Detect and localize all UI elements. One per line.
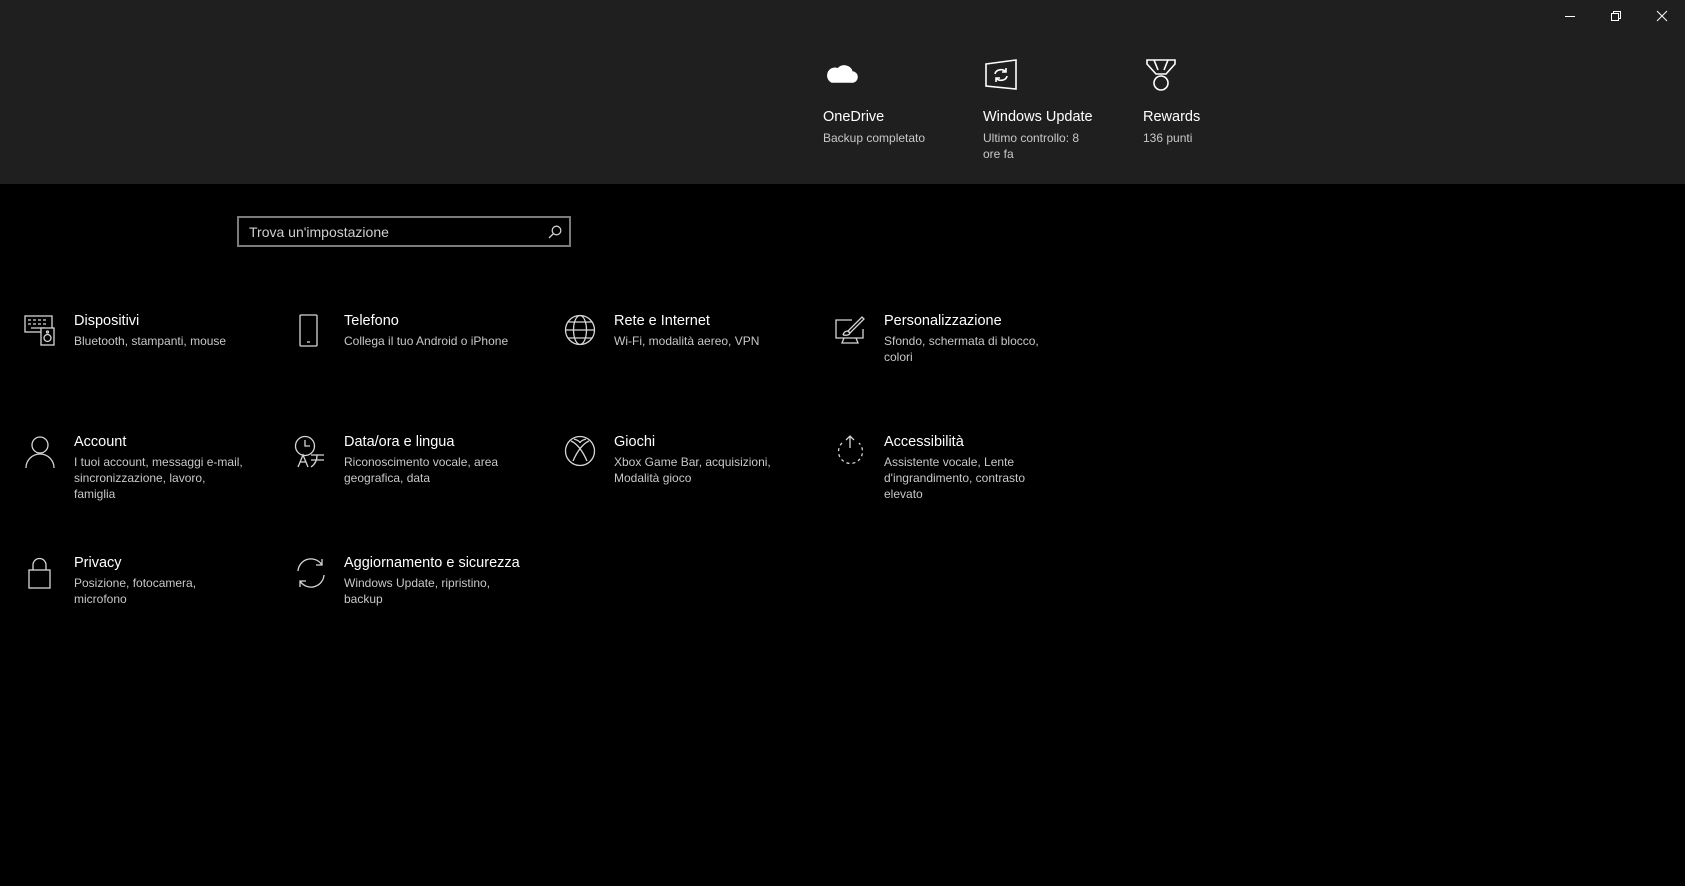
tile-desc: Xbox Game Bar, acquisizioni, Modalità gi… — [614, 455, 771, 485]
status-onedrive[interactable]: OneDrive Backup completato — [823, 58, 963, 146]
tile-privacy[interactable]: Privacy Posizione, fotocamera, microfono — [24, 554, 264, 607]
close-icon — [1656, 10, 1668, 22]
tile-title: Accessibilità — [884, 434, 964, 450]
tile-telefono[interactable]: Telefono Collega il tuo Android o iPhone — [294, 312, 534, 353]
tile-title: Aggiornamento e sicurezza — [344, 555, 520, 571]
tile-desc: Windows Update, ripristino, backup — [344, 576, 491, 606]
status-windows-update[interactable]: Windows Update Ultimo controllo: 8 ore f… — [983, 58, 1123, 162]
rewards-points: 136 punti — [1143, 131, 1193, 145]
tile-account[interactable]: Account I tuoi account, messaggi e-mail,… — [24, 433, 264, 502]
tile-rete-internet[interactable]: Rete e Internet Wi-Fi, modalità aereo, V… — [564, 312, 804, 351]
person-icon — [24, 433, 74, 502]
tile-desc: Collega il tuo Android o iPhone — [344, 334, 509, 348]
tile-desc: Wi-Fi, modalità aereo, VPN — [614, 334, 760, 348]
tile-desc: Bluetooth, stampanti, mouse — [74, 334, 227, 348]
accessibility-icon — [834, 433, 884, 502]
tile-dispositivi[interactable]: Dispositivi Bluetooth, stampanti, mouse — [24, 312, 264, 351]
tile-desc: Assistente vocale, Lente d'ingrandimento… — [884, 455, 1026, 501]
tile-personalizzazione[interactable]: Personalizzazione Sfondo, schermata di b… — [834, 312, 1074, 365]
close-button[interactable] — [1639, 0, 1685, 32]
tile-title: Personalizzazione — [884, 313, 1002, 329]
onedrive-status: Backup completato — [823, 131, 926, 145]
tile-title: Rete e Internet — [614, 313, 710, 329]
tile-data-ora-lingua[interactable]: Data/ora e lingua Riconoscimento vocale,… — [294, 433, 534, 486]
sync-icon — [294, 554, 344, 607]
window-controls — [1547, 0, 1685, 32]
restore-icon — [1611, 11, 1621, 21]
rewards-title: Rewards — [1143, 109, 1201, 125]
tile-title: Dispositivi — [74, 313, 140, 329]
minimize-button[interactable] — [1547, 0, 1593, 32]
search-box[interactable] — [237, 216, 571, 247]
windows-update-icon — [983, 58, 1023, 92]
tile-title: Telefono — [344, 313, 399, 329]
tile-aggiornamento-sicurezza[interactable]: Aggiornamento e sicurezza Windows Update… — [294, 554, 534, 607]
cloud-icon — [823, 58, 863, 92]
onedrive-title: OneDrive — [823, 109, 885, 125]
header-area: OneDrive Backup completato Windows Updat… — [0, 0, 1685, 184]
tile-title: Privacy — [74, 555, 122, 571]
windows-update-status: Ultimo controllo: 8 ore fa — [983, 131, 1080, 161]
tile-desc: Sfondo, schermata di blocco, colori — [884, 334, 1039, 364]
lock-icon — [24, 554, 74, 607]
tile-desc: Posizione, fotocamera, microfono — [74, 576, 197, 606]
tile-desc: I tuoi account, messaggi e-mail, sincron… — [74, 455, 243, 501]
windows-update-title: Windows Update — [983, 109, 1093, 125]
xbox-icon — [564, 433, 614, 486]
devices-icon — [24, 312, 74, 351]
tile-title: Account — [74, 434, 127, 450]
tile-giochi[interactable]: Giochi Xbox Game Bar, acquisizioni, Moda… — [564, 433, 804, 486]
restore-button[interactable] — [1593, 0, 1639, 32]
medal-icon — [1143, 58, 1183, 92]
search-icon[interactable] — [541, 225, 569, 239]
personalization-icon — [834, 312, 884, 365]
minimize-icon — [1565, 16, 1575, 17]
globe-icon — [564, 312, 614, 351]
phone-icon — [294, 312, 344, 353]
search-input[interactable] — [239, 218, 541, 245]
status-rewards[interactable]: Rewards 136 punti — [1143, 58, 1283, 146]
tile-desc: Riconoscimento vocale, area geografica, … — [344, 455, 499, 485]
tile-title: Data/ora e lingua — [344, 434, 455, 450]
tile-accessibilita[interactable]: Accessibilità Assistente vocale, Lente d… — [834, 433, 1074, 502]
time-language-icon — [294, 433, 344, 486]
tile-title: Giochi — [614, 434, 656, 450]
